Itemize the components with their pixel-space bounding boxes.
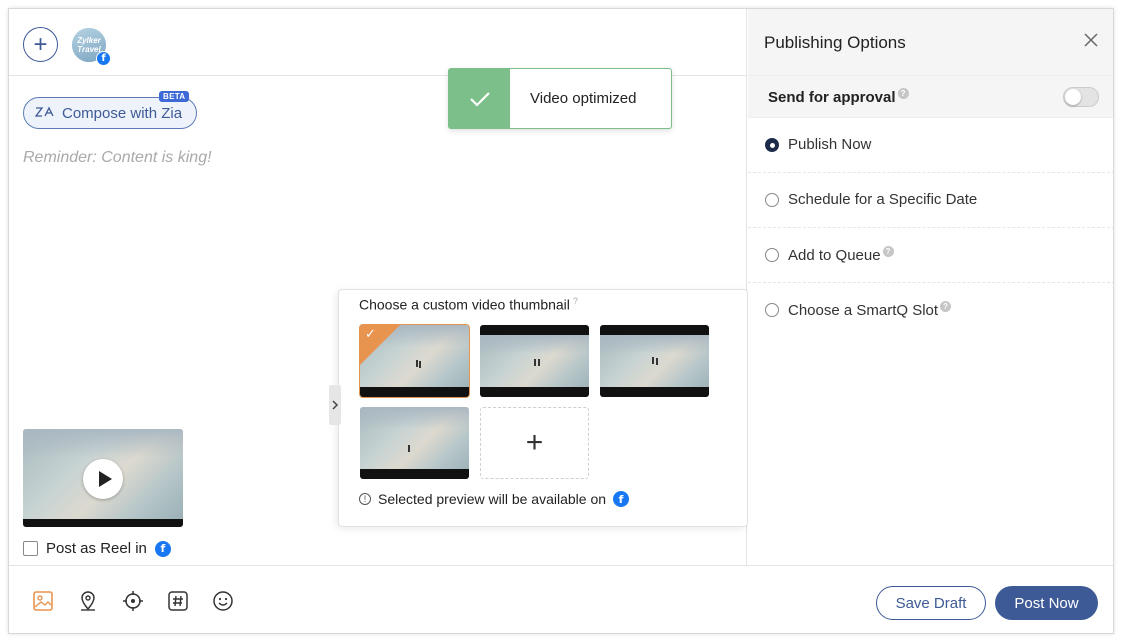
checkmark-icon: [449, 69, 510, 128]
save-draft-button[interactable]: Save Draft: [876, 586, 986, 620]
add-thumbnail-button[interactable]: +: [480, 407, 589, 479]
figure-mark: [416, 360, 418, 367]
option-label: Choose a SmartQ Slot?: [788, 301, 952, 319]
figure-mark: [652, 357, 654, 364]
hashtag-icon[interactable]: [166, 589, 190, 613]
image-icon[interactable]: [31, 589, 55, 613]
publishing-options-header: Publishing Options: [748, 9, 1113, 76]
beta-badge: BETA: [159, 91, 190, 102]
thumbnail-chooser-panel: Choose a custom video thumbnail? ✓ + ! S…: [329, 289, 748, 527]
help-icon[interactable]: ?: [573, 296, 578, 306]
account-avatar[interactable]: Zylker Travel f: [72, 28, 111, 66]
thumbnail-title-text: Choose a custom video thumbnail: [359, 296, 570, 313]
publish-option-smartq-slot[interactable]: Choose a SmartQ Slot?: [748, 283, 1113, 338]
toast-message: Video optimized: [530, 90, 637, 107]
option-label-text: Add to Queue: [788, 247, 881, 264]
compose-pane: + Zylker Travel f Compose with Zia BETA …: [9, 9, 748, 565]
publish-option-add-to-queue[interactable]: Add to Queue?: [748, 228, 1113, 283]
post-editor-placeholder[interactable]: Reminder: Content is king!: [23, 149, 212, 167]
video-letterbox: [23, 519, 183, 527]
facebook-icon: f: [613, 491, 630, 507]
radio-button[interactable]: [765, 138, 779, 152]
help-icon[interactable]: ?: [882, 246, 894, 257]
target-icon[interactable]: [121, 589, 145, 613]
send-for-approval-row: Send for approval?: [748, 76, 1113, 118]
publishing-options-panel: Publishing Options Send for approval? Pu…: [748, 9, 1113, 565]
thumbnail-option[interactable]: [480, 325, 589, 397]
radio-button[interactable]: [765, 303, 779, 317]
publish-option-schedule[interactable]: Schedule for a Specific Date: [748, 173, 1113, 228]
option-label: Schedule for a Specific Date: [788, 191, 978, 208]
checkmark-icon: ✓: [365, 327, 376, 342]
figure-mark: [534, 359, 536, 366]
thumbnail-letterbox: [480, 387, 589, 397]
option-label: Add to Queue?: [788, 246, 894, 264]
chevron-right-icon[interactable]: [329, 385, 341, 425]
close-icon[interactable]: [1083, 26, 1099, 54]
emoji-icon[interactable]: [211, 589, 235, 613]
video-preview[interactable]: [23, 429, 183, 527]
figure-mark: [408, 445, 410, 452]
post-now-button[interactable]: Post Now: [995, 586, 1098, 620]
thumbnail-option[interactable]: ✓: [359, 324, 470, 398]
send-for-approval-text: Send for approval: [768, 89, 896, 106]
thumbnail-option[interactable]: [600, 325, 709, 397]
location-pin-icon[interactable]: [76, 589, 100, 613]
figure-mark: [538, 359, 540, 366]
zia-icon: [34, 105, 54, 122]
option-label: Publish Now: [788, 136, 872, 153]
thumbnail-note-text: Selected preview will be available on: [378, 491, 607, 507]
thumbnail-letterbox: [360, 469, 469, 479]
publish-option-publish-now[interactable]: Publish Now: [748, 118, 1113, 173]
send-for-approval-label: Send for approval?: [768, 88, 909, 106]
composer-window: + Zylker Travel f Compose with Zia BETA …: [8, 8, 1114, 634]
publishing-options-title: Publishing Options: [764, 33, 906, 52]
option-label-text: Choose a SmartQ Slot: [788, 302, 939, 319]
toast-notification: Video optimized: [448, 68, 672, 129]
thumbnail-chooser-title: Choose a custom video thumbnail?: [359, 296, 578, 313]
facebook-icon: f: [154, 540, 171, 557]
thumbnail-letterbox: [480, 325, 589, 335]
bottom-toolbar: Save Draft Post Now: [9, 565, 1113, 633]
thumbnail-letterbox: [600, 325, 709, 335]
figure-mark: [419, 361, 421, 368]
radio-button[interactable]: [765, 248, 779, 262]
logo-line-1: Zylker: [77, 36, 101, 45]
post-as-reel-checkbox[interactable]: [23, 541, 38, 556]
zia-label: Compose with Zia: [62, 104, 183, 122]
account-bar: + Zylker Travel f: [9, 9, 747, 76]
play-icon[interactable]: [83, 459, 123, 499]
post-as-reel-label: Post as Reel in: [46, 540, 147, 557]
thumbnail-option[interactable]: [360, 407, 469, 479]
thumbnail-letterbox: [600, 387, 709, 397]
add-account-button[interactable]: +: [23, 27, 58, 62]
help-icon[interactable]: ?: [897, 88, 909, 99]
thumbnail-letterbox: [360, 387, 469, 397]
post-as-reel-row: Post as Reel in f: [23, 540, 171, 557]
info-icon: !: [359, 493, 371, 505]
radio-button[interactable]: [765, 193, 779, 207]
help-icon[interactable]: ?: [940, 301, 952, 312]
figure-mark: [656, 358, 658, 365]
thumbnail-note: ! Selected preview will be available on …: [359, 491, 630, 507]
send-for-approval-toggle[interactable]: [1063, 87, 1099, 107]
facebook-icon: f: [96, 51, 111, 66]
